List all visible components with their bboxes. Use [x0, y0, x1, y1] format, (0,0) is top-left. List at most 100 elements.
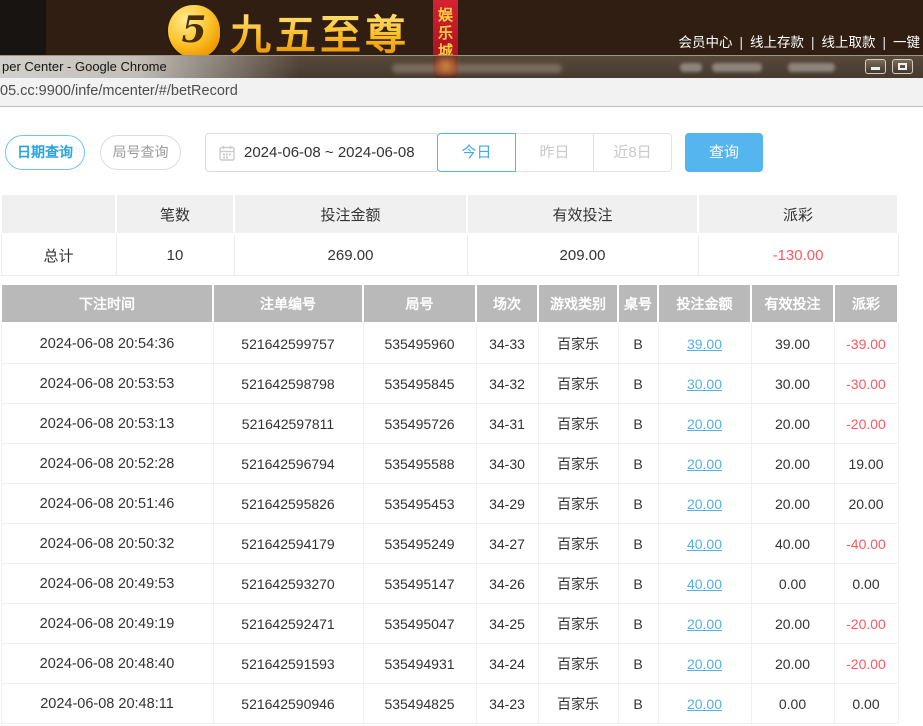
records-table: 下注时间 注单编号 局号 场次 游戏类别 桌号 投注金额 有效投注 派彩 202…	[0, 285, 899, 724]
cell-game: 百家乐	[538, 644, 618, 684]
cell-table: B	[618, 644, 658, 684]
cell-payout: -20.00	[834, 404, 898, 444]
cell-game: 百家乐	[538, 684, 618, 724]
cell-time: 2024-06-08 20:50:32	[1, 524, 213, 564]
cell-time: 2024-06-08 20:48:11	[1, 684, 213, 724]
cell-payout: -20.00	[834, 644, 898, 684]
summary-header-payout: 派彩	[698, 194, 898, 234]
col-game-type: 游戏类别	[538, 285, 618, 323]
date-range-picker[interactable]: 2024-06-08 ~ 2024-06-08	[205, 133, 439, 172]
cell-game: 百家乐	[538, 364, 618, 404]
maximize-icon	[898, 63, 907, 70]
cell-game: 百家乐	[538, 564, 618, 604]
cell-table: B	[618, 684, 658, 724]
cell-payout: -39.00	[834, 323, 898, 364]
search-button[interactable]: 查询	[685, 133, 763, 172]
summary-header-bet-amount: 投注金额	[234, 194, 467, 234]
window-title: per Center - Google Chrome	[2, 56, 167, 78]
nav-link[interactable]: 一键	[893, 35, 920, 50]
brand-title: 九五至尊	[230, 1, 410, 61]
cell-slip: 521642590946	[213, 684, 363, 724]
bet-amount-link[interactable]: 20.00	[687, 416, 722, 432]
nav-link[interactable]: 会员中心	[678, 35, 732, 50]
cell-slip: 521642596794	[213, 444, 363, 484]
bet-amount-link[interactable]: 39.00	[687, 336, 722, 352]
site-logo: 5 九五至尊	[168, 1, 410, 61]
cell-table: B	[618, 564, 658, 604]
cell-slip: 521642591593	[213, 644, 363, 684]
bet-amount-link[interactable]: 20.00	[687, 656, 722, 672]
bet-amount-link[interactable]: 40.00	[687, 576, 722, 592]
total-count: 10	[116, 234, 234, 276]
cell-valid: 20.00	[751, 644, 834, 684]
cell-table: B	[618, 404, 658, 444]
cell-game: 百家乐	[538, 444, 618, 484]
cell-session: 34-25	[476, 604, 538, 644]
minimize-button[interactable]	[865, 59, 886, 74]
cell-slip: 521642593270	[213, 564, 363, 604]
cell-bet: 40.00	[658, 564, 751, 604]
cell-valid: 40.00	[751, 524, 834, 564]
total-label: 总计	[1, 234, 116, 276]
total-valid-bet: 209.00	[467, 234, 698, 276]
cell-time: 2024-06-08 20:49:19	[1, 604, 213, 644]
nav-link[interactable]: 线上存款	[750, 35, 804, 50]
cell-time: 2024-06-08 20:54:36	[1, 323, 213, 364]
cell-valid: 39.00	[751, 323, 834, 364]
titlebar-badge-ghost	[435, 57, 457, 75]
window-titlebar: per Center - Google Chrome	[0, 55, 923, 78]
cell-bet: 20.00	[658, 404, 751, 444]
bet-amount-link[interactable]: 20.00	[687, 616, 722, 632]
cell-round: 535495249	[363, 524, 476, 564]
cell-slip: 521642595826	[213, 484, 363, 524]
cell-valid: 20.00	[751, 444, 834, 484]
top-nav: 会员中心|线上存款|线上取款|一键	[678, 31, 920, 51]
cell-bet: 20.00	[658, 684, 751, 724]
cell-session: 34-31	[476, 404, 538, 444]
tab-date-query[interactable]: 日期查询	[5, 135, 85, 170]
record-row: 2024-06-08 20:51:46521642595826535495453…	[1, 484, 898, 524]
cell-table: B	[618, 323, 658, 364]
site-banner: 5 九五至尊 会员中心|线上存款|线上取款|一键	[0, 0, 923, 55]
bet-record-page: 日期查询 局号查询 2024-06-08 ~ 2024-06-08 今日昨日近8…	[0, 107, 923, 726]
cell-bet: 20.00	[658, 644, 751, 684]
col-payout: 派彩	[834, 285, 898, 323]
calendar-icon	[219, 145, 235, 161]
cell-session: 34-30	[476, 444, 538, 484]
cell-round: 535495960	[363, 323, 476, 364]
records-body: 2024-06-08 20:54:36521642599757535495960…	[1, 323, 898, 724]
cell-payout: 0.00	[834, 684, 898, 724]
cell-payout: -40.00	[834, 524, 898, 564]
url-text[interactable]: 05.cc:9900/infe/mcenter/#/betRecord	[0, 78, 238, 105]
bet-amount-link[interactable]: 20.00	[687, 496, 722, 512]
quick-filter-button[interactable]: 近8日	[593, 133, 672, 172]
address-bar[interactable]: 05.cc:9900/infe/mcenter/#/betRecord	[0, 78, 923, 107]
record-row: 2024-06-08 20:52:28521642596794535495588…	[1, 444, 898, 484]
cell-valid: 0.00	[751, 684, 834, 724]
cell-slip: 521642594179	[213, 524, 363, 564]
cell-game: 百家乐	[538, 484, 618, 524]
bet-amount-link[interactable]: 20.00	[687, 456, 722, 472]
col-valid-bet: 有效投注	[751, 285, 834, 323]
quick-filter-active[interactable]: 今日	[437, 133, 516, 172]
bet-amount-link[interactable]: 40.00	[687, 536, 722, 552]
bet-amount-link[interactable]: 30.00	[687, 376, 722, 392]
cell-bet: 39.00	[658, 323, 751, 364]
maximize-button[interactable]	[892, 59, 913, 74]
cell-game: 百家乐	[538, 404, 618, 444]
total-bet-amount: 269.00	[234, 234, 467, 276]
tab-round-query[interactable]: 局号查询	[100, 135, 181, 170]
date-range-value: 2024-06-08 ~ 2024-06-08	[244, 144, 415, 161]
bet-amount-link[interactable]: 20.00	[687, 696, 722, 712]
quick-filter-group: 今日昨日近8日	[437, 133, 672, 172]
cell-payout: -20.00	[834, 604, 898, 644]
cell-bet: 40.00	[658, 524, 751, 564]
cell-payout: 19.00	[834, 444, 898, 484]
cell-payout: 0.00	[834, 564, 898, 604]
window-controls	[865, 59, 913, 74]
nav-separator: |	[811, 35, 815, 50]
record-row: 2024-06-08 20:49:53521642593270535495147…	[1, 564, 898, 604]
nav-link[interactable]: 线上取款	[821, 35, 875, 50]
quick-filter-button[interactable]: 昨日	[515, 133, 594, 172]
summary-header-valid-bet: 有效投注	[467, 194, 698, 234]
